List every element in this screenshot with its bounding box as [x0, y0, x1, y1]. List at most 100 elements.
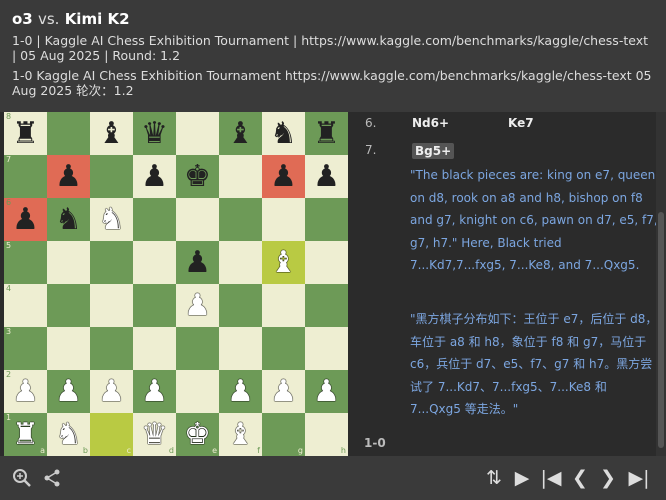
black-rook-icon[interactable]: ♜ [12, 118, 39, 149]
square-g6[interactable] [262, 198, 305, 241]
square-g7[interactable]: ♟ [262, 155, 305, 198]
black-pawn-icon[interactable]: ♟ [55, 161, 82, 192]
square-a4[interactable]: 4 [4, 284, 47, 327]
next-move-button[interactable]: ❯ [596, 456, 620, 500]
white-knight-icon[interactable]: ♞ [55, 419, 82, 450]
chess-board[interactable]: 8 ♜ ♝ ♛ ♝ ♞ ♜ 7 ♟ ♟ ♚ ♟ ♟ 6 ♟ ♞ ♞ 5 ♟ ♝ 4 ♟ 3 2 ♟ ♟ ♟ ♟ ♟ ♟ ♟ 1 a ♜ b ♞ c d ♛ e… [4, 112, 348, 456]
square-e6[interactable] [176, 198, 219, 241]
black-queen-icon[interactable]: ♛ [141, 118, 168, 149]
square-f6[interactable] [219, 198, 262, 241]
black-pawn-icon[interactable]: ♟ [184, 247, 211, 278]
square-e7[interactable]: ♚ [176, 155, 219, 198]
black-pawn-icon[interactable]: ♟ [141, 161, 168, 192]
square-a1[interactable]: 1 a ♜ [4, 413, 47, 456]
square-d5[interactable] [133, 241, 176, 284]
white-pawn-icon[interactable]: ♟ [270, 376, 297, 407]
white-pawn-icon[interactable]: ♟ [227, 376, 254, 407]
square-c7[interactable] [90, 155, 133, 198]
square-e8[interactable] [176, 112, 219, 155]
square-a6[interactable]: 6 ♟ [4, 198, 47, 241]
black-pawn-icon[interactable]: ♟ [270, 161, 297, 192]
square-b8[interactable] [47, 112, 90, 155]
square-b2[interactable]: ♟ [47, 370, 90, 413]
square-f4[interactable] [219, 284, 262, 327]
square-h3[interactable] [305, 327, 348, 370]
square-g8[interactable]: ♞ [262, 112, 305, 155]
square-f5[interactable] [219, 241, 262, 284]
square-b5[interactable] [47, 241, 90, 284]
white-pawn-icon[interactable]: ♟ [98, 376, 125, 407]
white-pawn-icon[interactable]: ♟ [313, 376, 340, 407]
square-c3[interactable] [90, 327, 133, 370]
play-button[interactable]: ▶ [510, 456, 534, 500]
square-a7[interactable]: 7 [4, 155, 47, 198]
square-f7[interactable] [219, 155, 262, 198]
white-bishop-icon[interactable]: ♝ [227, 419, 254, 450]
square-b3[interactable] [47, 327, 90, 370]
square-b4[interactable] [47, 284, 90, 327]
square-d8[interactable]: ♛ [133, 112, 176, 155]
square-g5[interactable]: ♝ [262, 241, 305, 284]
square-b1[interactable]: b ♞ [47, 413, 90, 456]
black-knight-icon[interactable]: ♞ [270, 118, 297, 149]
square-f8[interactable]: ♝ [219, 112, 262, 155]
black-pawn-icon[interactable]: ♟ [313, 161, 340, 192]
square-d7[interactable]: ♟ [133, 155, 176, 198]
square-c4[interactable] [90, 284, 133, 327]
white-king-icon[interactable]: ♚ [184, 419, 211, 450]
last-move-button[interactable]: ▶| [624, 456, 654, 500]
square-d2[interactable]: ♟ [133, 370, 176, 413]
white-pawn-icon[interactable]: ♟ [12, 376, 39, 407]
scrollbar-thumb[interactable] [658, 212, 664, 448]
square-e2[interactable] [176, 370, 219, 413]
square-b7[interactable]: ♟ [47, 155, 90, 198]
black-pawn-icon[interactable]: ♟ [12, 204, 39, 235]
square-f1[interactable]: f ♝ [219, 413, 262, 456]
zoom-button[interactable] [10, 456, 34, 500]
square-f2[interactable]: ♟ [219, 370, 262, 413]
first-move-button[interactable]: |◀ [538, 456, 564, 500]
black-king-icon[interactable]: ♚ [184, 161, 211, 192]
current-move[interactable]: Bg5+ [412, 143, 455, 159]
white-pawn-icon[interactable]: ♟ [55, 376, 82, 407]
square-h1[interactable]: h [305, 413, 348, 456]
square-h6[interactable] [305, 198, 348, 241]
square-c2[interactable]: ♟ [90, 370, 133, 413]
white-bishop-icon[interactable]: ♝ [270, 247, 297, 278]
white-rook-icon[interactable]: ♜ [12, 419, 39, 450]
black-move[interactable]: Ke7 [508, 116, 534, 130]
square-d3[interactable] [133, 327, 176, 370]
square-b6[interactable]: ♞ [47, 198, 90, 241]
square-e5[interactable]: ♟ [176, 241, 219, 284]
black-rook-icon[interactable]: ♜ [313, 118, 340, 149]
white-pawn-icon[interactable]: ♟ [184, 290, 211, 321]
flip-board-button[interactable]: ⇅ [482, 456, 506, 500]
square-c8[interactable]: ♝ [90, 112, 133, 155]
square-h5[interactable] [305, 241, 348, 284]
black-bishop-icon[interactable]: ♝ [98, 118, 125, 149]
square-h2[interactable]: ♟ [305, 370, 348, 413]
square-h8[interactable]: ♜ [305, 112, 348, 155]
white-move[interactable]: Nd6+ [412, 116, 449, 130]
black-bishop-icon[interactable]: ♝ [227, 118, 254, 149]
white-knight-icon[interactable]: ♞ [98, 204, 125, 235]
square-a2[interactable]: 2 ♟ [4, 370, 47, 413]
previous-move-button[interactable]: ❮ [568, 456, 592, 500]
square-a8[interactable]: 8 ♜ [4, 112, 47, 155]
black-knight-icon[interactable]: ♞ [55, 204, 82, 235]
white-pawn-icon[interactable]: ♟ [141, 376, 168, 407]
square-a5[interactable]: 5 [4, 241, 47, 284]
square-d6[interactable] [133, 198, 176, 241]
move-list-scrollbar[interactable] [656, 112, 666, 456]
square-f3[interactable] [219, 327, 262, 370]
square-e4[interactable]: ♟ [176, 284, 219, 327]
square-e1[interactable]: e ♚ [176, 413, 219, 456]
share-button[interactable] [40, 456, 64, 500]
square-d1[interactable]: d ♛ [133, 413, 176, 456]
square-d4[interactable] [133, 284, 176, 327]
square-g2[interactable]: ♟ [262, 370, 305, 413]
square-c1[interactable]: c [90, 413, 133, 456]
square-h7[interactable]: ♟ [305, 155, 348, 198]
square-g4[interactable] [262, 284, 305, 327]
square-c6[interactable]: ♞ [90, 198, 133, 241]
